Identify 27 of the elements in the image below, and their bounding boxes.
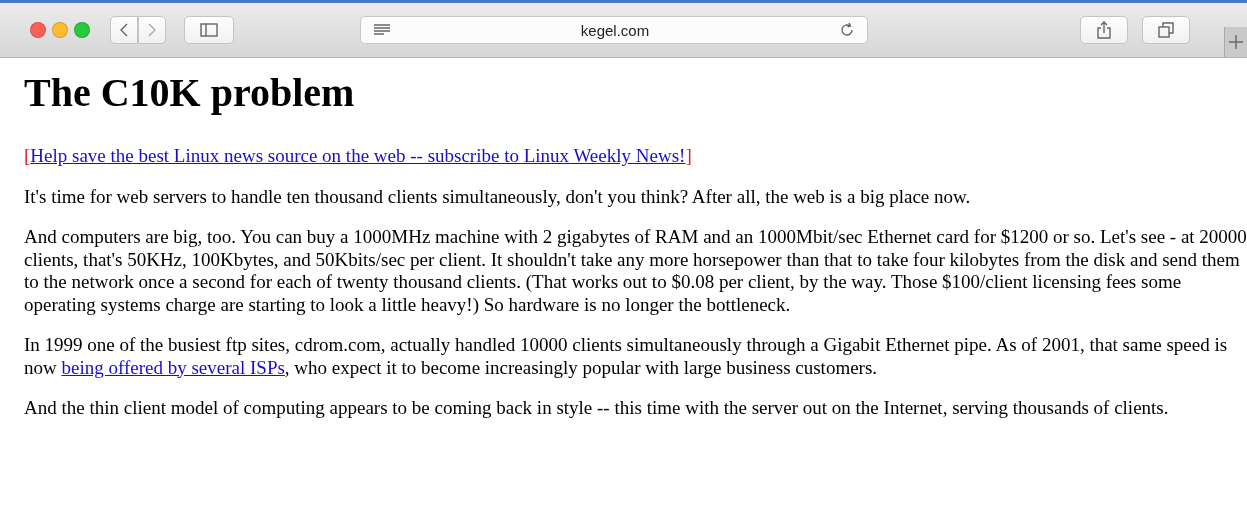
back-button[interactable] xyxy=(110,16,138,44)
paragraph: And the thin client model of computing appears to be coming back in style -- this time with the server out on the Internet, serving thousands of clients. xyxy=(24,397,1170,420)
sidebar-icon xyxy=(200,23,218,37)
back-icon xyxy=(120,23,128,37)
zoom-button[interactable] xyxy=(74,22,90,38)
new-tab-button[interactable] xyxy=(1224,27,1247,57)
paragraph: And computers are big, too. You can buy a 1000MHz machine with 2 gigabytes of RAM and an 1000Mbit/sec Ethernet card for $1200 or so. Let's see - at 20000 clients, that's 50KHz, 100Kbytes, and 50Kbits/sec per client. It shouldn't take any more horsepower than that to take four kilobytes from the disk and send them to the network once a second for each of twenty thousand clients. (That works out to $0.08 per client, by the way. Those $100/client licensing fees some operating systems charge are starting to look a little heavy!) So hardware is no longer the bottleneck. xyxy=(24,226,1247,316)
link[interactable]: Help save the best Linux news source on the web -- subscribe to Linux Weekly News! xyxy=(30,145,686,166)
paragraph: [Help save the best Linux news source on the web -- subscribe to Linux Weekly News!] xyxy=(24,145,693,168)
share-button[interactable] xyxy=(1080,16,1128,44)
reload-icon[interactable] xyxy=(839,22,855,38)
forward-button[interactable] xyxy=(138,16,166,44)
tabs-icon xyxy=(1158,22,1174,38)
minimize-button[interactable] xyxy=(52,22,68,38)
plus-icon xyxy=(1229,35,1243,49)
paragraph: It's time for web servers to handle ten thousand clients simultaneously, don't you think? After all, the web is a big place now. xyxy=(24,185,972,208)
close-button[interactable] xyxy=(30,22,46,38)
link[interactable]: being offered by several ISPs xyxy=(61,356,285,378)
address-text: kegel.com xyxy=(580,21,650,39)
address-field[interactable]: kegel.com xyxy=(360,16,868,44)
reader-icon xyxy=(373,24,391,36)
paragraph: In 1999 one of the busiest ftp sites, cdrom.com, actually handled 10000 clients simultaneously through a Gigabit Ethernet pipe. As of 2001, that same speed is now being offered by several ISPs, who expect it to become increasingly popular with large business customers. xyxy=(24,334,1229,379)
page-heading: The C10K problem xyxy=(24,69,356,117)
sidebar-button[interactable] xyxy=(184,16,234,44)
tabs-button[interactable] xyxy=(1142,16,1190,44)
share-icon xyxy=(1097,21,1111,39)
forward-icon xyxy=(148,23,156,37)
